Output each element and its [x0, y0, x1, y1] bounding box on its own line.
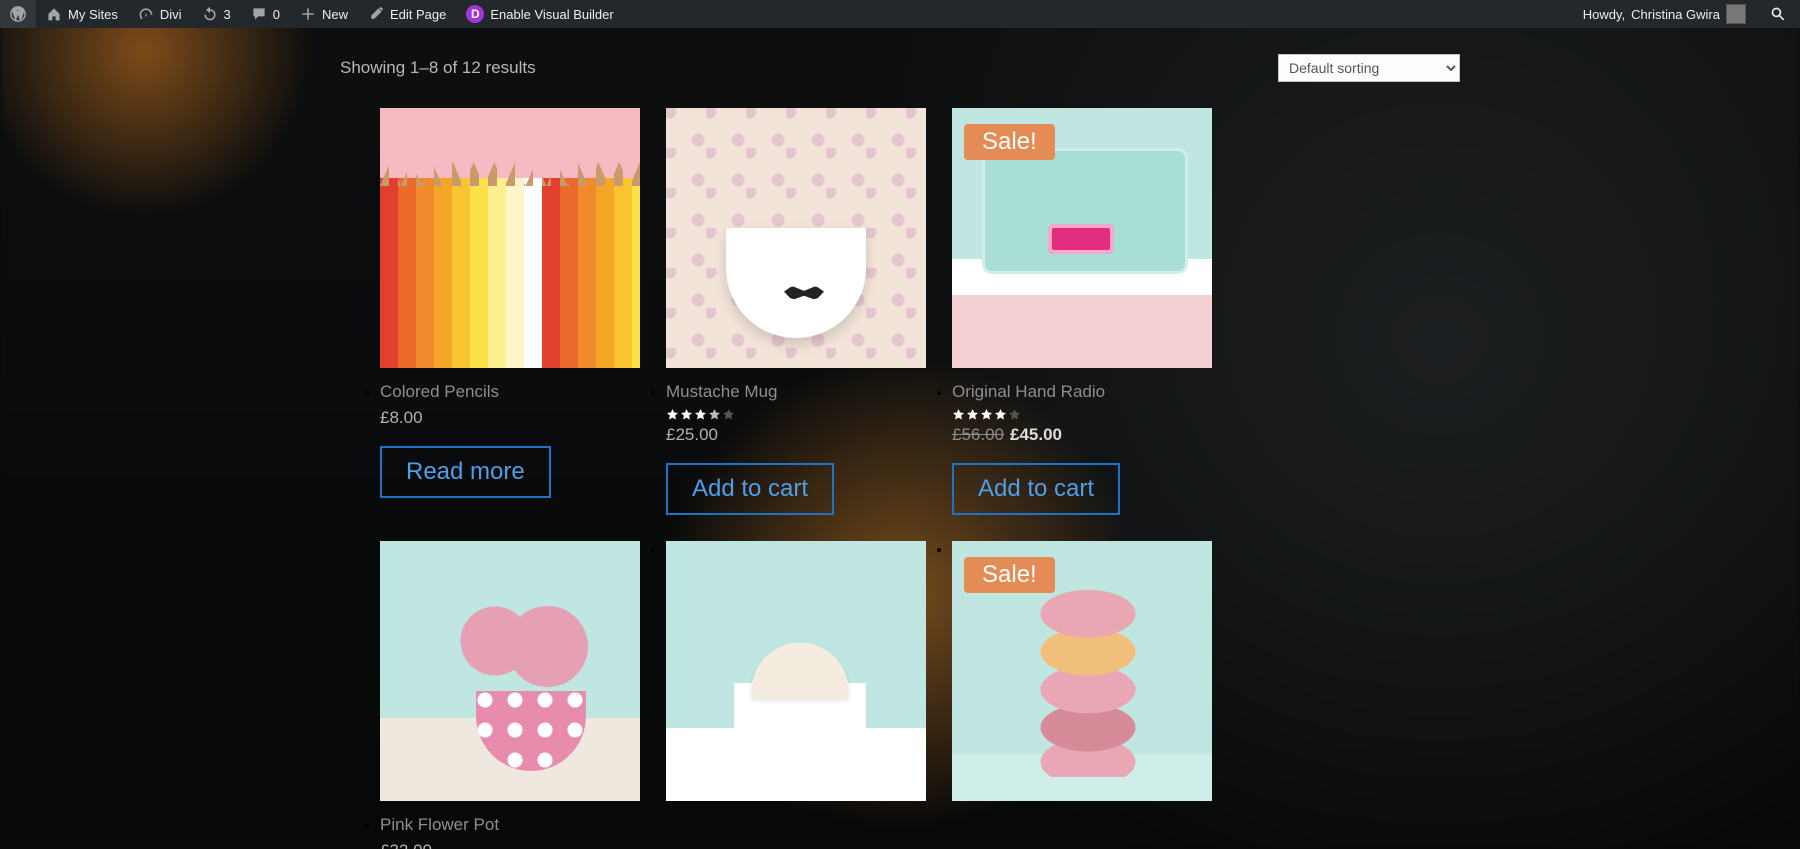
product-title: Pink Flower Pot — [380, 815, 640, 835]
shop-topline: Showing 1–8 of 12 results Default sortin… — [340, 28, 1460, 82]
comments-count: 0 — [273, 7, 280, 22]
enable-visual-builder[interactable]: D Enable Visual Builder — [456, 0, 623, 28]
product-image[interactable] — [380, 108, 640, 368]
star-icon — [966, 408, 979, 421]
product-title: Mustache Mug — [666, 382, 926, 402]
product-image[interactable] — [380, 541, 640, 801]
product-image[interactable]: Sale! — [952, 541, 1212, 801]
edit-page-label: Edit Page — [390, 7, 446, 22]
plus-icon — [300, 6, 316, 22]
product-card: Mustache Mug £25.00 Add to cart — [666, 108, 926, 515]
my-sites[interactable]: My Sites — [36, 0, 128, 28]
refresh-icon — [202, 6, 218, 22]
product-card: Pink Flower Pot£32.00Add to cart — [380, 541, 640, 849]
product-title: Original Hand Radio — [952, 382, 1212, 402]
product-card: Sale! Original Hand Radio £56.00 £45.00 Add … — [952, 108, 1212, 515]
star-icon — [980, 408, 993, 421]
wordpress-icon — [10, 6, 26, 22]
star-icon — [694, 408, 707, 421]
comment-icon — [251, 6, 267, 22]
howdy-prefix: Howdy, — [1583, 7, 1625, 22]
product-price: £8.00 — [380, 408, 640, 428]
home-icon — [46, 6, 62, 22]
product-image[interactable] — [666, 108, 926, 368]
site-name[interactable]: Divi — [128, 0, 192, 28]
updates-count: 3 — [224, 7, 231, 22]
result-count: Showing 1–8 of 12 results — [340, 58, 536, 78]
products-grid: Colored Pencils £8.00 Read more Mustache Mu… — [340, 108, 1460, 849]
ordering-form: Default sorting — [1278, 54, 1460, 82]
user-name: Christina Gwira — [1631, 7, 1720, 22]
old-price: £56.00 — [952, 425, 1004, 444]
sale-badge: Sale! — [964, 124, 1055, 160]
product-card: Sale! — [952, 541, 1212, 849]
search-icon — [1770, 6, 1786, 22]
star-icon — [708, 408, 721, 421]
add-to-cart-button[interactable]: Add to cart — [952, 463, 1120, 515]
pencil-icon — [368, 6, 384, 22]
gauge-icon — [138, 6, 154, 22]
updates[interactable]: 3 — [192, 0, 241, 28]
star-icon — [680, 408, 693, 421]
add-to-cart-button[interactable]: Add to cart — [666, 463, 834, 515]
star-rating — [666, 408, 926, 421]
sort-select[interactable]: Default sorting — [1278, 54, 1460, 82]
read-more-button[interactable]: Read more — [380, 446, 551, 498]
star-icon — [666, 408, 679, 421]
adminbar-search[interactable] — [1756, 0, 1800, 28]
wp-logo[interactable] — [0, 0, 36, 28]
product-card — [666, 541, 926, 849]
my-account[interactable]: Howdy, Christina Gwira — [1573, 0, 1756, 28]
product-title: Colored Pencils — [380, 382, 640, 402]
star-icon — [952, 408, 965, 421]
product-price: £25.00 — [666, 425, 926, 445]
product-price: £32.00 — [380, 841, 640, 849]
new-content[interactable]: New — [290, 0, 358, 28]
product-card: Colored Pencils £8.00 Read more — [380, 108, 640, 515]
avatar — [1726, 4, 1746, 24]
comments[interactable]: 0 — [241, 0, 290, 28]
product-image[interactable] — [666, 541, 926, 801]
product-image[interactable]: Sale! — [952, 108, 1212, 368]
wp-admin-bar: My Sites Divi 3 0 New Edit Page D Enable… — [0, 0, 1800, 28]
new-price: £45.00 — [1010, 425, 1062, 444]
woocommerce-shop: Showing 1–8 of 12 results Default sortin… — [340, 28, 1460, 849]
visual-builder-label: Enable Visual Builder — [490, 7, 613, 22]
product-price: £56.00 £45.00 — [952, 425, 1212, 445]
divi-icon: D — [466, 5, 484, 23]
star-icon — [994, 408, 1007, 421]
star-icon — [722, 408, 735, 421]
new-label: New — [322, 7, 348, 22]
edit-page[interactable]: Edit Page — [358, 0, 456, 28]
page-content: Showing 1–8 of 12 results Default sortin… — [0, 28, 1800, 849]
star-rating — [952, 408, 1212, 421]
my-sites-label: My Sites — [68, 7, 118, 22]
sale-badge: Sale! — [964, 557, 1055, 593]
star-icon — [1008, 408, 1021, 421]
site-name-label: Divi — [160, 7, 182, 22]
